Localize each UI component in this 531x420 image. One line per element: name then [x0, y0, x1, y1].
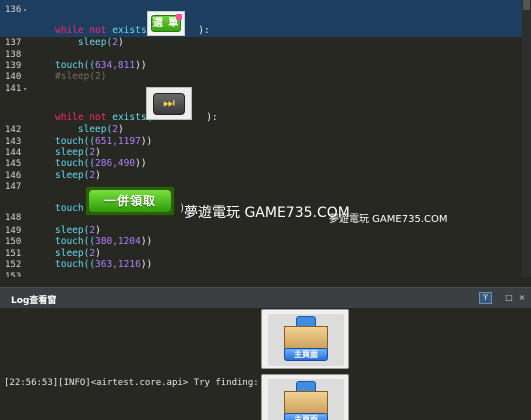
watermark-small: 夢遊電玩 GAME735.COM	[329, 214, 448, 225]
log-panel: Log查看窗 Y □ × 主頁面 [22:56:53][INFO]<airtes…	[0, 287, 531, 420]
main-page-label: 主頁面	[284, 348, 328, 361]
code-line[interactable]: touch((363,1216))	[55, 259, 152, 271]
log-line: [22:56:53][INFO]<airtest.core.api> Try f…	[4, 378, 259, 388]
fold-arrow-icon[interactable]: ▾	[23, 7, 27, 14]
scrollbar-thumb[interactable]	[523, 0, 530, 10]
code-line[interactable]: #sleep(2)	[55, 71, 106, 83]
code-area[interactable]: while not exists(): sleep(2) touch((634,…	[48, 0, 531, 277]
claim-all-label: 一併領取	[89, 190, 171, 212]
line-number: 146	[5, 171, 22, 181]
template-image-menu-button[interactable]: 選 單	[147, 11, 185, 36]
template-image-fast-forward[interactable]: ⏭	[146, 87, 192, 120]
line-number: 142	[5, 125, 22, 135]
line-number: 141 ▾	[5, 84, 27, 94]
restore-icon[interactable]: □	[504, 292, 514, 304]
code-editor[interactable]: 136 ▾ 137 138 139 140 141 ▾ 142 143 144 14…	[0, 0, 531, 277]
template-image-main-page: 主頁面	[261, 309, 349, 369]
line-number: 140	[5, 72, 22, 82]
log-output[interactable]: 主頁面 [22:56:53][INFO]<airtest.core.api> T…	[0, 308, 531, 420]
line-number: 144	[5, 148, 22, 158]
code-line[interactable]: sleep(2)	[55, 170, 101, 182]
line-number: 138	[5, 50, 22, 60]
line-number: 145	[5, 159, 22, 169]
close-icon[interactable]: ×	[517, 292, 527, 304]
line-number: 137	[5, 38, 22, 48]
notification-dot-icon	[176, 14, 182, 20]
line-number: 136 ▾	[5, 5, 27, 15]
line-number: 151	[5, 249, 22, 259]
code-line[interactable]: touch((286,490))	[55, 158, 147, 170]
code-line[interactable]: sleep(2)	[55, 37, 124, 49]
code-line[interactable]: while not exists():	[55, 25, 210, 37]
line-number: 147	[5, 182, 22, 192]
watermark-large: 夢遊電玩 GAME735.COM	[184, 205, 350, 221]
code-line[interactable]: sleep(2)	[55, 124, 124, 136]
line-number: 143	[5, 137, 22, 147]
line-number: 152	[5, 260, 22, 270]
line-number: 150	[5, 237, 22, 247]
template-image-main-page: 主頁面	[261, 374, 349, 420]
template-image-claim-all-button[interactable]: 一併領取	[85, 186, 175, 216]
line-number-gutter: 136 ▾ 137 138 139 140 141 ▾ 142 143 144 14…	[0, 0, 48, 277]
main-page-label: 主頁面	[284, 413, 328, 420]
code-line[interactable]: while not exists():	[55, 112, 218, 124]
line-number: 139	[5, 61, 22, 71]
log-panel-title: Log查看窗	[11, 296, 57, 306]
line-number: 149	[5, 226, 22, 236]
fast-forward-icon: ⏭	[153, 93, 185, 115]
filter-icon[interactable]: Y	[479, 292, 492, 304]
line-number: 148	[5, 213, 22, 223]
fold-arrow-icon[interactable]: ▾	[23, 86, 27, 93]
editor-scrollbar[interactable]	[522, 0, 531, 277]
line-number: 153	[5, 272, 22, 277]
code-line[interactable]: touch((380,1204))	[55, 236, 152, 248]
log-panel-header: Log查看窗 Y □ ×	[0, 287, 531, 308]
